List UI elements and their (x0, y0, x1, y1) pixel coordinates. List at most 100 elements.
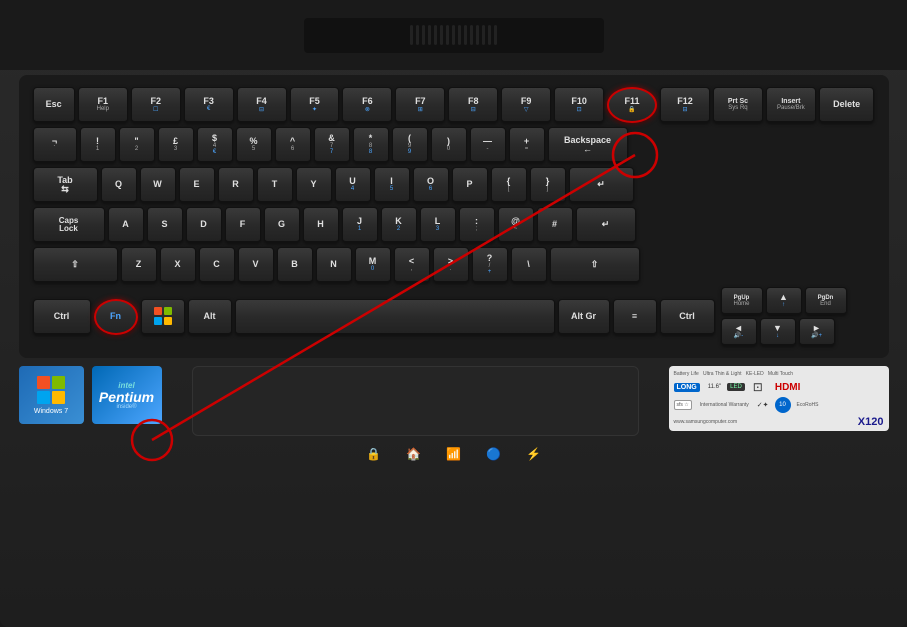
key-l[interactable]: L3 (420, 207, 456, 243)
key-delete[interactable]: Delete (819, 87, 875, 123)
key-rbracket[interactable]: }] (530, 167, 566, 203)
key-f10[interactable]: F10⊡ (554, 87, 604, 123)
keyboard: Esc F1Help F2☐ F3€ F4⊟ F5✦ F6⊗ F7⊞ F8⊟ F… (33, 87, 875, 346)
key-f11[interactable]: F11🔒 (607, 87, 657, 123)
key-5[interactable]: %5 (236, 127, 272, 163)
key-s[interactable]: S (147, 207, 183, 243)
model-number: X120 (858, 416, 884, 428)
key-f4[interactable]: F4⊟ (237, 87, 287, 123)
key-esc[interactable]: Esc (33, 87, 75, 123)
key-f5[interactable]: F5✦ (290, 87, 340, 123)
key-quote[interactable]: @~ (498, 207, 534, 243)
key-period[interactable]: >. (433, 247, 469, 283)
key-m[interactable]: M0 (355, 247, 391, 283)
key-minus[interactable]: —- (470, 127, 506, 163)
key-alt-gr[interactable]: Alt Gr (558, 299, 610, 335)
key-z[interactable]: Z (121, 247, 157, 283)
key-3[interactable]: £3 (158, 127, 194, 163)
key-pgup[interactable]: PgUpHome (721, 287, 763, 315)
key-7[interactable]: &77 (314, 127, 350, 163)
key-f[interactable]: F (225, 207, 261, 243)
key-h[interactable]: H (303, 207, 339, 243)
key-c[interactable]: C (199, 247, 235, 283)
laptop-body: Esc F1Help F2☐ F3€ F4⊟ F5✦ F6⊗ F7⊞ F8⊟ F… (0, 0, 907, 627)
key-x[interactable]: X (160, 247, 196, 283)
sticker-row-2: LONG 11.6" LED ⊡ HDMI (674, 380, 884, 394)
key-arrow-right[interactable]: ►🔊+ (799, 318, 835, 346)
key-menu[interactable]: ≡ (613, 299, 657, 335)
sticker-row-3: sfs ☆ International Warranty ✓✦ 10 EcoRo… (674, 397, 884, 413)
key-ctrl-left[interactable]: Ctrl (33, 299, 91, 335)
key-f2[interactable]: F2☐ (131, 87, 181, 123)
key-w[interactable]: W (140, 167, 176, 203)
key-backtick[interactable]: ¬` (33, 127, 77, 163)
key-shift-left[interactable]: ⇧ (33, 247, 118, 283)
key-b[interactable]: B (277, 247, 313, 283)
number-row: ¬` !1 "2 £3 $4€ %5 ^6 &77 *88 (99 )0 —- … (33, 127, 875, 163)
touchpad[interactable] (192, 366, 639, 436)
key-1[interactable]: !1 (80, 127, 116, 163)
keyboard-container: Esc F1Help F2☐ F3€ F4⊟ F5✦ F6⊗ F7⊞ F8⊟ F… (19, 75, 889, 358)
key-f6[interactable]: F6⊗ (342, 87, 392, 123)
key-tab[interactable]: Tab⇆ (33, 167, 98, 203)
key-f9[interactable]: F9▽ (501, 87, 551, 123)
key-d[interactable]: D (186, 207, 222, 243)
key-hash[interactable]: # (537, 207, 573, 243)
sticker-row-4: www.samsungcomputer.com X120 (674, 416, 884, 428)
key-alt-left[interactable]: Alt (188, 299, 232, 335)
key-pgdn[interactable]: PgDnEnd (805, 287, 847, 315)
key-equals[interactable]: += (509, 127, 545, 163)
key-k[interactable]: K2 (381, 207, 417, 243)
key-ctrl-right[interactable]: Ctrl (660, 299, 715, 335)
bottom-area: Windows 7 intel Pentium inside® Battery … (19, 366, 889, 436)
key-arrow-down-left[interactable]: ◄🔊- (721, 318, 757, 346)
speaker-area (0, 0, 907, 70)
key-prtsc[interactable]: Prt ScSys Rq (713, 87, 763, 123)
key-shift-right[interactable]: ⇧ (550, 247, 640, 283)
key-q[interactable]: Q (101, 167, 137, 203)
key-t[interactable]: T (257, 167, 293, 203)
key-u[interactable]: U4 (335, 167, 371, 203)
key-windows[interactable] (141, 299, 185, 335)
key-semicolon[interactable]: :; (459, 207, 495, 243)
key-9[interactable]: (99 (392, 127, 428, 163)
key-f1[interactable]: F1Help (78, 87, 128, 123)
key-8[interactable]: *88 (353, 127, 389, 163)
key-j[interactable]: J1 (342, 207, 378, 243)
key-insert[interactable]: InsertPause/Brk (766, 87, 816, 123)
key-0[interactable]: )0 (431, 127, 467, 163)
speaker-grille-left (304, 18, 604, 53)
key-o[interactable]: O6 (413, 167, 449, 203)
key-2[interactable]: "2 (119, 127, 155, 163)
bottom-icons-row: 🔒 🏠 📶 🔵 ⚡ (19, 444, 889, 464)
key-f8[interactable]: F8⊟ (448, 87, 498, 123)
key-slash[interactable]: ?/+ (472, 247, 508, 283)
key-arrow-down[interactable]: ▼↓ (760, 318, 796, 346)
key-lbracket[interactable]: {[ (491, 167, 527, 203)
key-e[interactable]: E (179, 167, 215, 203)
key-6[interactable]: ^6 (275, 127, 311, 163)
key-comma[interactable]: <, (394, 247, 430, 283)
key-n[interactable]: N (316, 247, 352, 283)
key-g[interactable]: G (264, 207, 300, 243)
key-arrow-up[interactable]: ▲↑ (766, 287, 802, 315)
key-space[interactable] (235, 299, 555, 335)
bottom-row: Ctrl Fn Alt Alt Gr ≡ Ctrl (33, 287, 875, 346)
key-fn[interactable]: Fn (94, 299, 138, 335)
key-f3[interactable]: F3€ (184, 87, 234, 123)
key-v[interactable]: V (238, 247, 274, 283)
key-f7[interactable]: F7⊞ (395, 87, 445, 123)
key-caps-lock[interactable]: Caps Lock (33, 207, 105, 243)
key-enter2[interactable]: ↵ (576, 207, 636, 243)
key-f12[interactable]: F12⊟ (660, 87, 710, 123)
key-p[interactable]: P (452, 167, 488, 203)
lock-status-icon: 🔒 (364, 444, 384, 464)
key-backslash[interactable]: \ (511, 247, 547, 283)
key-r[interactable]: R (218, 167, 254, 203)
key-y[interactable]: Y (296, 167, 332, 203)
key-a[interactable]: A (108, 207, 144, 243)
key-enter[interactable]: ↵ (569, 167, 634, 203)
key-i[interactable]: I5 (374, 167, 410, 203)
key-4[interactable]: $4€ (197, 127, 233, 163)
key-backspace[interactable]: Backspace← (548, 127, 628, 163)
